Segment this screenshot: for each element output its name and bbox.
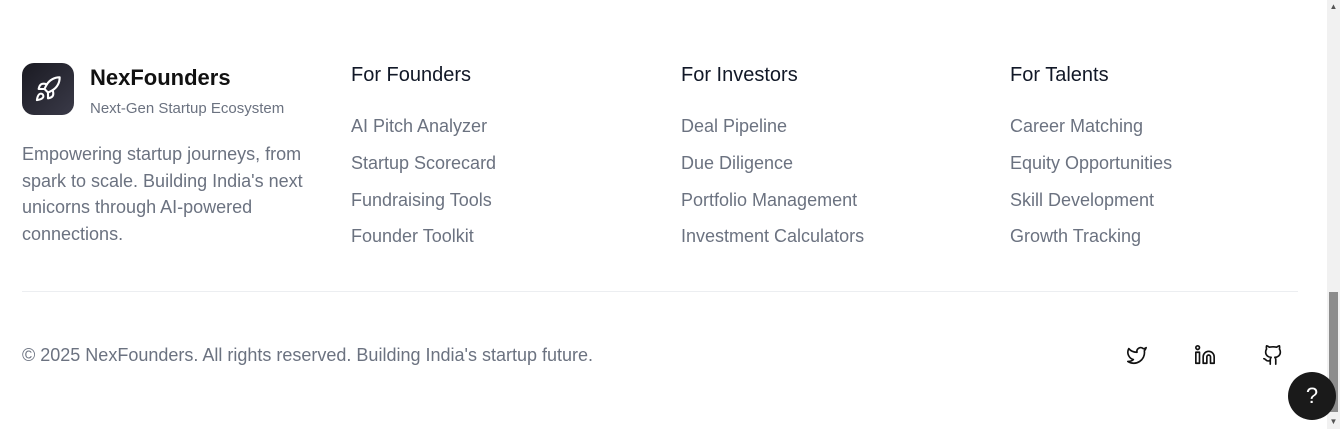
- linkedin-link[interactable]: [1193, 343, 1217, 367]
- column-for-talents: For Talents Career Matching Equity Oppor…: [1010, 64, 1172, 246]
- column-for-investors: For Investors Deal Pipeline Due Diligenc…: [681, 64, 864, 246]
- column-for-founders: For Founders AI Pitch Analyzer Startup S…: [351, 64, 496, 246]
- column-title: For Talents: [1010, 64, 1109, 86]
- footer-link-deal-pipeline[interactable]: Deal Pipeline: [681, 115, 864, 152]
- brand-name[interactable]: NexFounders: [90, 65, 231, 91]
- github-link[interactable]: [1261, 343, 1285, 367]
- footer-link-investment-calculators[interactable]: Investment Calculators: [681, 225, 864, 262]
- footer-link-founder-toolkit[interactable]: Founder Toolkit: [351, 225, 496, 262]
- footer-link-due-diligence[interactable]: Due Diligence: [681, 152, 864, 189]
- column-title: For Investors: [681, 64, 798, 86]
- footer-link-career-matching[interactable]: Career Matching: [1010, 115, 1172, 152]
- twitter-icon: [1127, 346, 1147, 365]
- brand-logo[interactable]: [22, 63, 74, 115]
- twitter-link[interactable]: [1125, 343, 1149, 367]
- footer-link-portfolio-management[interactable]: Portfolio Management: [681, 189, 864, 226]
- footer-link-ai-pitch-analyzer[interactable]: AI Pitch Analyzer: [351, 115, 496, 152]
- rocket-icon: [35, 76, 61, 102]
- linkedin-icon: [1195, 345, 1215, 365]
- page-scrollbar[interactable]: ▲ ▼: [1327, 0, 1340, 429]
- scroll-down-arrow[interactable]: ▼: [1329, 417, 1338, 427]
- brand-description: Empowering startup journeys, from spark …: [22, 144, 303, 244]
- column-title: For Founders: [351, 64, 472, 86]
- brand-tagline: Next-Gen Startup Ecosystem: [90, 100, 285, 117]
- scroll-up-arrow[interactable]: ▲: [1329, 2, 1338, 12]
- github-icon: [1263, 345, 1282, 365]
- footer-link-growth-tracking[interactable]: Growth Tracking: [1010, 225, 1172, 262]
- footer: NexFounders Next-Gen Startup Ecosystem E…: [0, 0, 1327, 429]
- footer-link-equity-opportunities[interactable]: Equity Opportunities: [1010, 152, 1172, 189]
- help-button[interactable]: ?: [1288, 372, 1336, 420]
- footer-link-startup-scorecard[interactable]: Startup Scorecard: [351, 152, 496, 189]
- footer-link-fundraising-tools[interactable]: Fundraising Tools: [351, 189, 496, 226]
- footer-divider: [22, 291, 1298, 292]
- footer-link-skill-development[interactable]: Skill Development: [1010, 189, 1172, 226]
- copyright-text: © 2025 NexFounders. All rights reserved.…: [22, 345, 593, 365]
